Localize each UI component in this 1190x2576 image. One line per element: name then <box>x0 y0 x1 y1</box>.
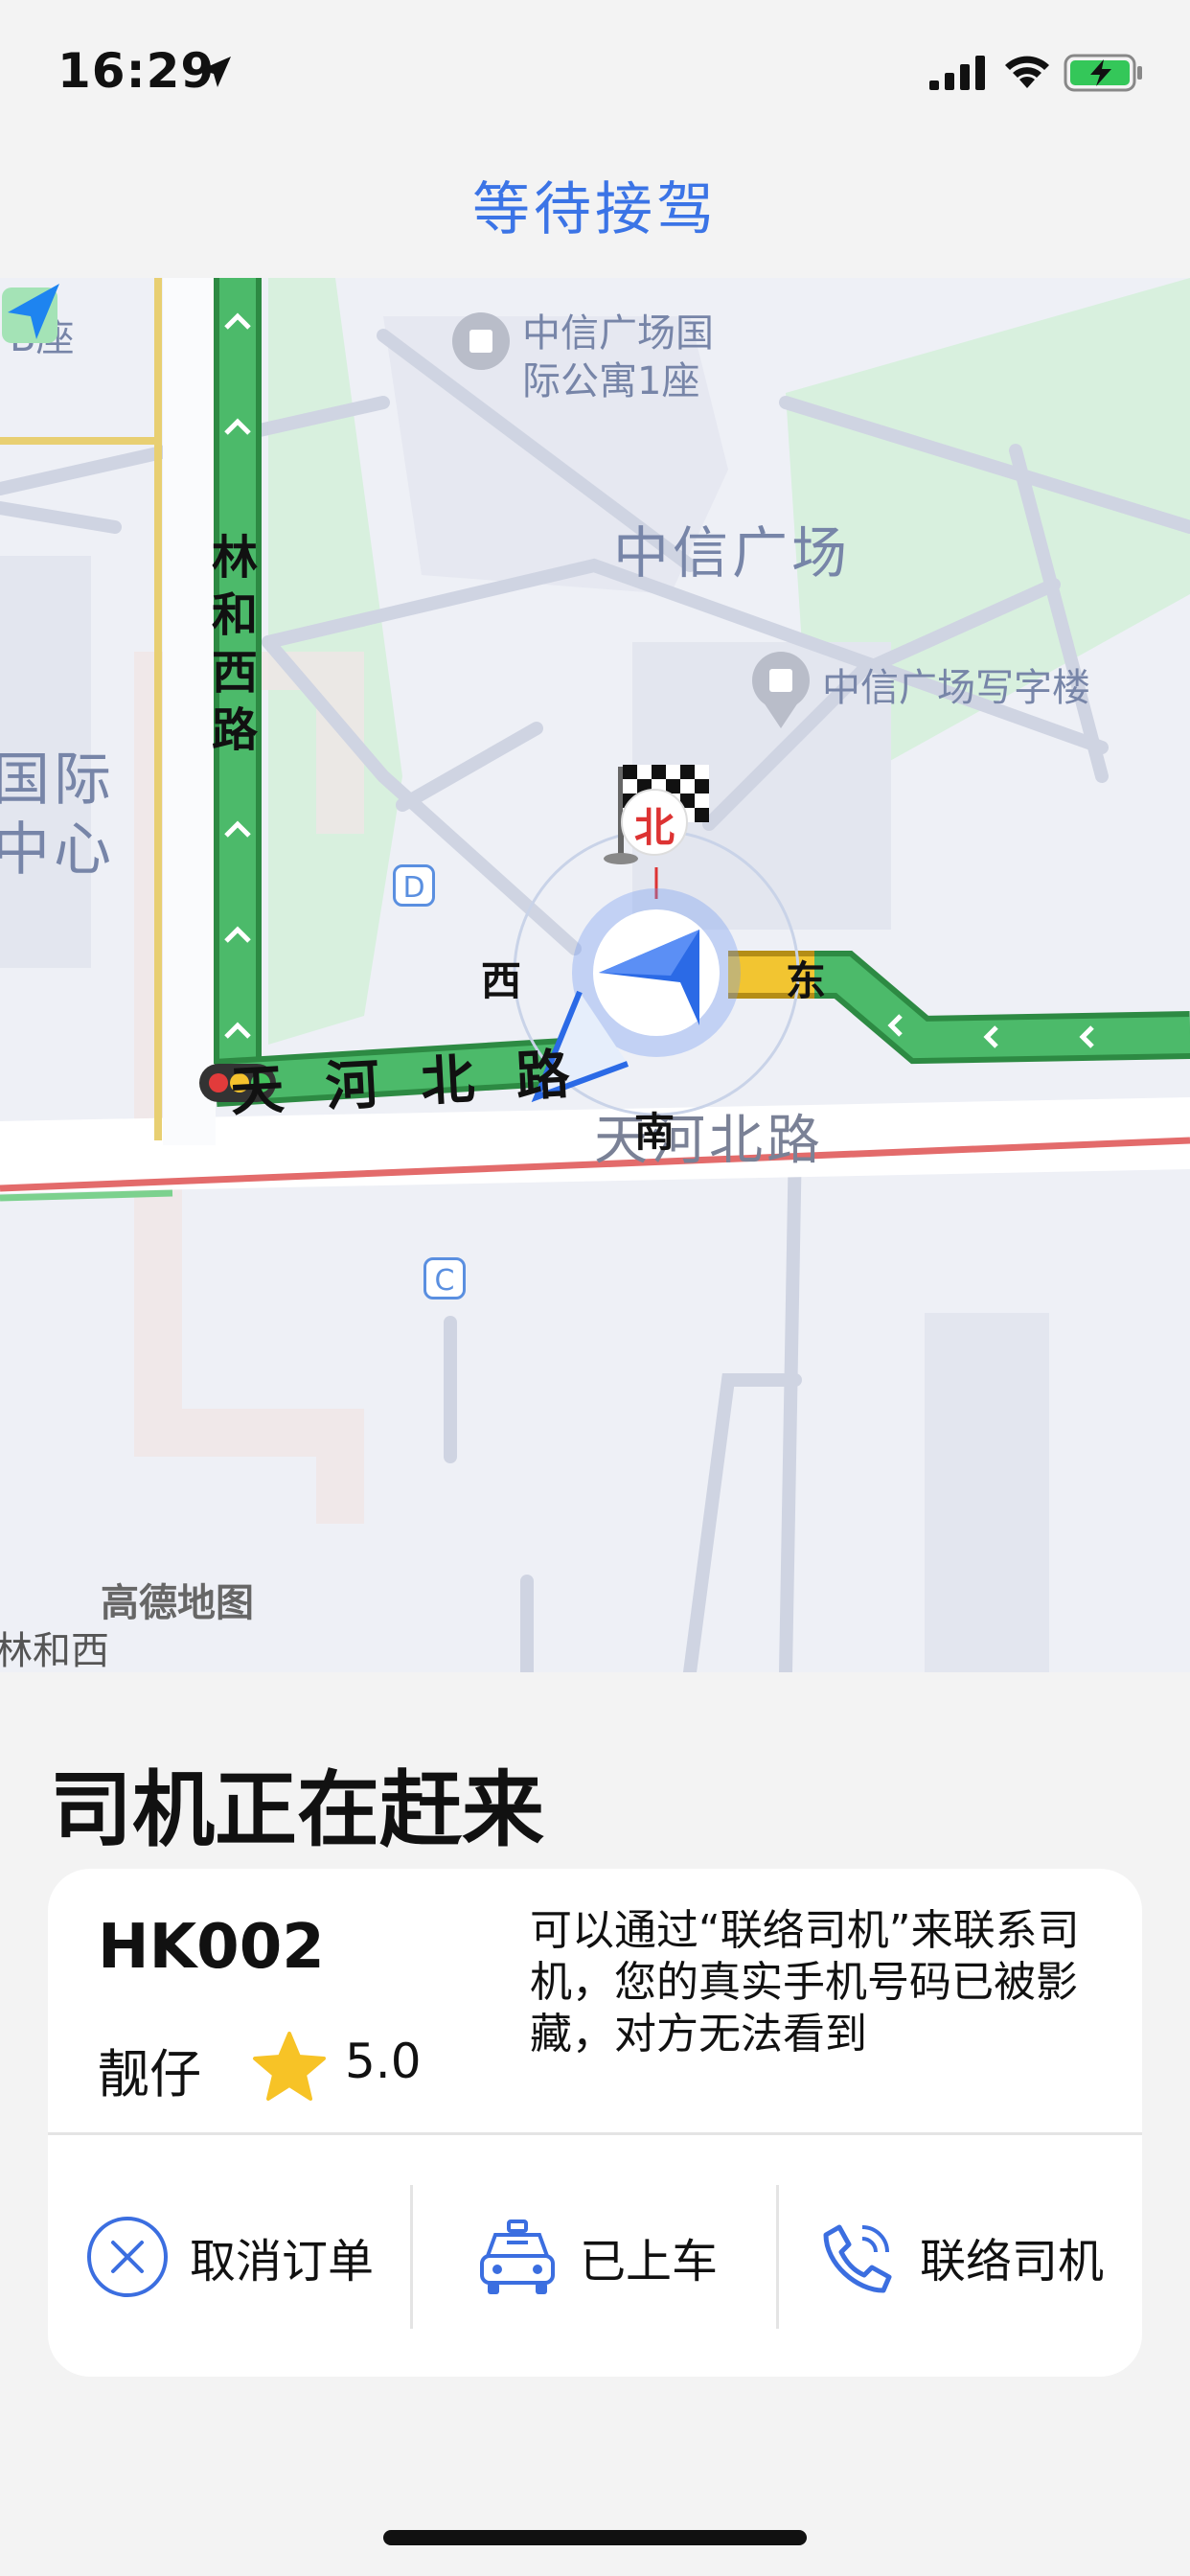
cancel-order-label: 取消订单 <box>190 2235 375 2288</box>
compass-south: 南 <box>634 1109 675 1156</box>
cancel-order-button[interactable]: 取消订单 <box>84 2166 374 2348</box>
road-label-linhe-west: 林 和 西 路 <box>211 531 258 757</box>
map-label-guoji-line2: 中心 <box>0 816 115 884</box>
map-roads <box>0 278 1190 1672</box>
boarded-button[interactable]: 已上车 <box>474 2166 718 2348</box>
driver-rating: 5.0 <box>345 2034 422 2089</box>
poi-marker-c[interactable]: C <box>423 1257 466 1300</box>
cellular-signal-icon <box>929 56 985 90</box>
action-divider <box>410 2185 413 2329</box>
map-view[interactable]: B座 中信广场国 际公寓1座 中信广场 中信广场写字楼 国际 中心 林 和 西 … <box>0 278 1190 1672</box>
driver-card: HK002 靓仔 5.0 可以通过“联络司机”来联系司机，您的真实手机号码已被影… <box>48 1869 1142 2377</box>
home-indicator[interactable] <box>383 2530 807 2545</box>
taxi-icon <box>480 2220 555 2294</box>
poi-marker-d[interactable]: D <box>393 864 435 907</box>
road-label-tianhe-north-2: 天河北路 <box>594 1110 824 1172</box>
compass-east: 东 <box>786 957 827 1004</box>
status-time: 16:29 <box>57 43 216 99</box>
amap-logo-icon <box>2 284 59 343</box>
compass-north: 北 <box>634 804 675 851</box>
driver-status-title: 司机正在赶来 <box>50 1762 544 1858</box>
action-divider <box>776 2185 779 2329</box>
driver-name: 靓仔 <box>98 2044 201 2104</box>
map-label-apartment-line2: 际公寓1座 <box>522 359 700 403</box>
wifi-icon <box>1005 56 1049 88</box>
battery-charging-icon <box>1064 54 1142 92</box>
boarded-label: 已上车 <box>580 2235 719 2288</box>
card-divider <box>48 2132 1142 2135</box>
contact-driver-button[interactable]: 联络司机 <box>814 2166 1104 2348</box>
amap-logo-text: 高德地图 <box>101 1581 254 1625</box>
phone-icon <box>823 2224 892 2293</box>
map-label-linhexi-bottom: 林和西 <box>0 1629 109 1672</box>
cancel-circle-icon <box>87 2217 168 2297</box>
status-bar: 16:29 <box>0 0 1190 144</box>
contact-driver-label: 联络司机 <box>920 2235 1105 2288</box>
map-label-office-tower: 中信广场写字楼 <box>822 666 1090 710</box>
plate-number: HK002 <box>98 1912 325 1983</box>
privacy-notice: 可以通过“联络司机”来联系司机，您的真实手机号码已被影藏，对方无法看到 <box>530 1906 1080 2058</box>
compass-west: 西 <box>481 957 522 1004</box>
location-arrow-icon <box>200 57 231 87</box>
map-label-zhongxin-square: 中信广场 <box>613 520 852 586</box>
page-title: 等待接驾 <box>472 176 718 243</box>
star-icon <box>253 2032 326 2101</box>
